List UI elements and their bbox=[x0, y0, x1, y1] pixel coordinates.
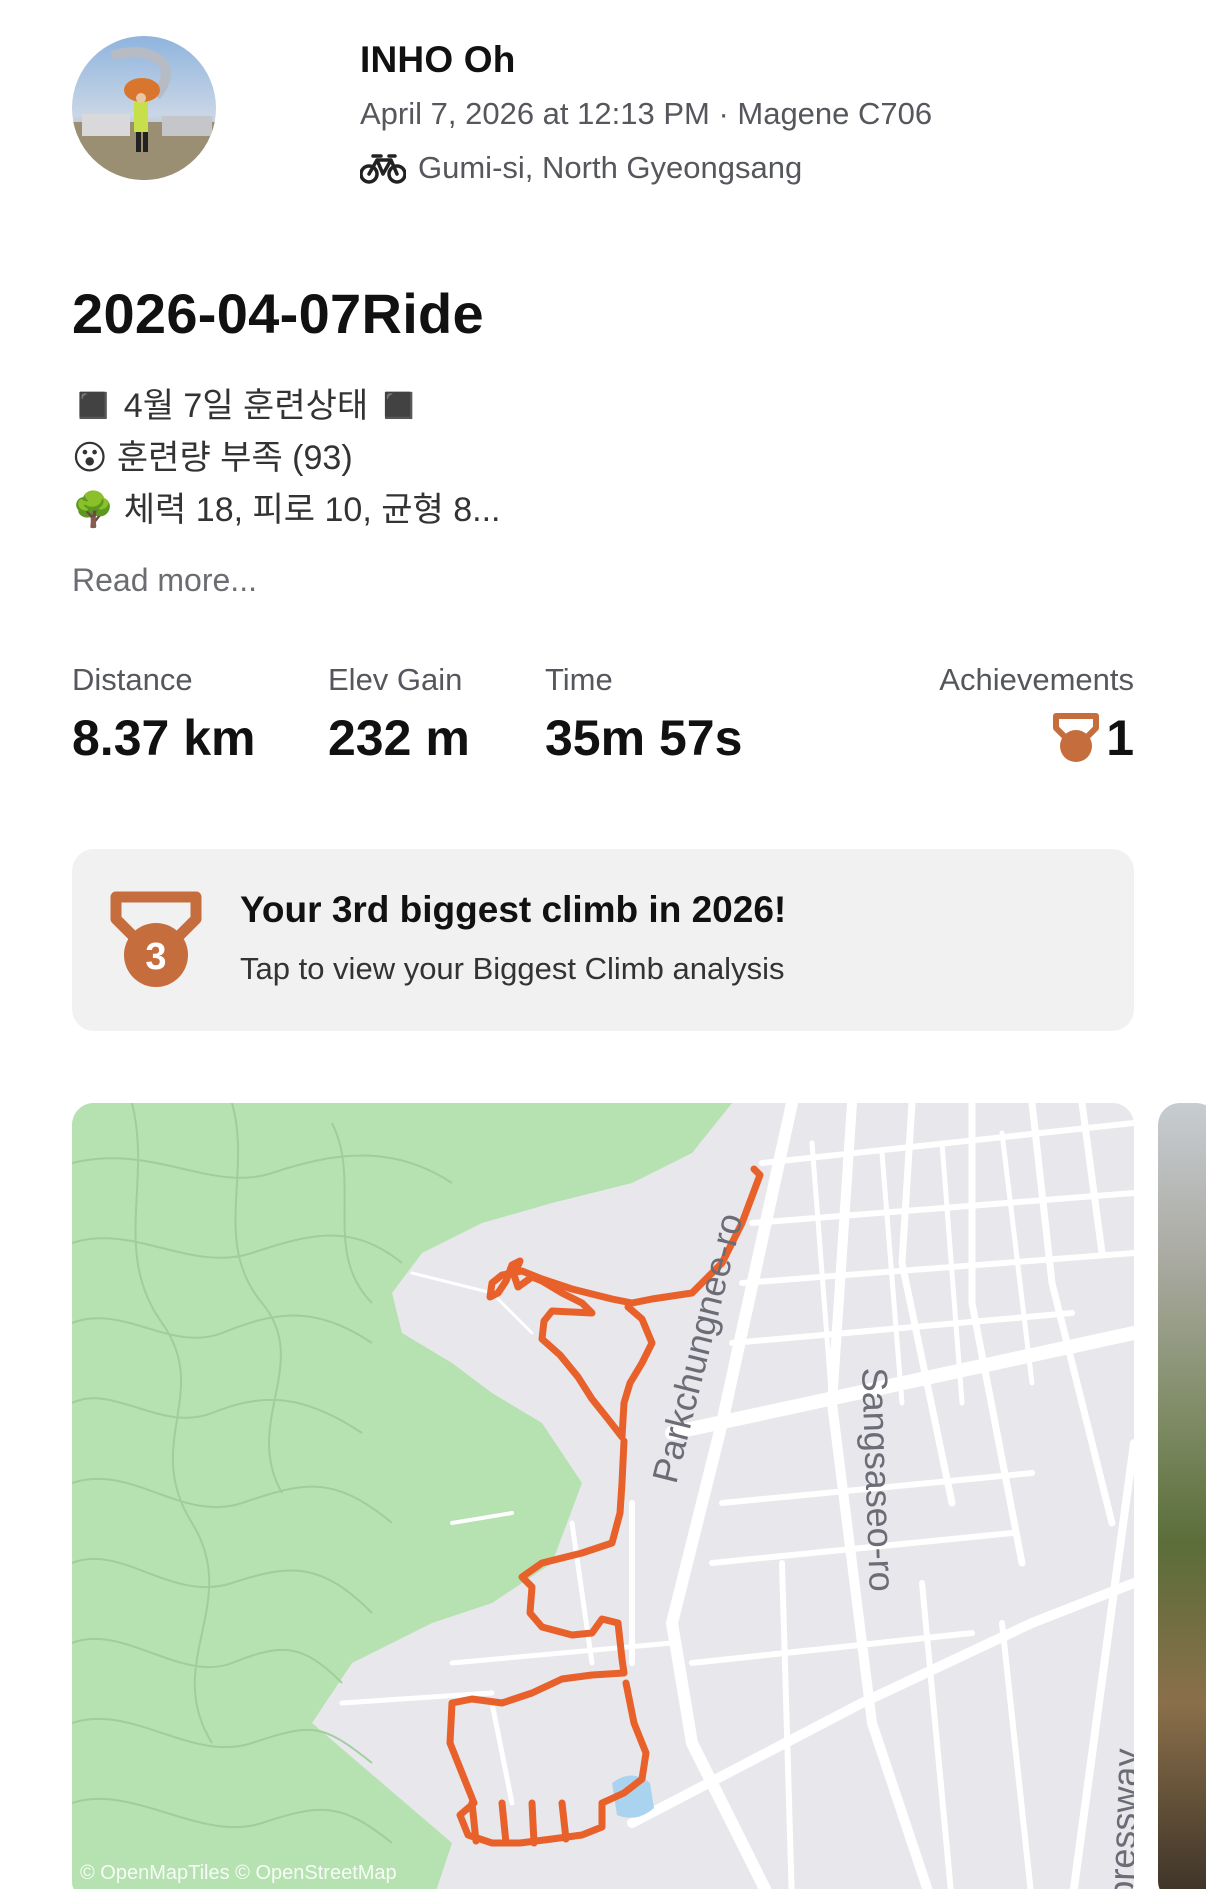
location-text: Gumi-si, North Gyeongsang bbox=[418, 150, 803, 185]
header-text: INHO Oh April 7, 2026 at 12:13 PM · Mage… bbox=[360, 38, 932, 188]
athlete-name[interactable]: INHO Oh bbox=[360, 38, 932, 82]
description-line: 😮 훈련량 부족 (93) bbox=[72, 439, 353, 477]
medal-number: 3 bbox=[145, 936, 166, 978]
road-label: Expressway bbox=[1099, 1748, 1134, 1889]
activity-header: INHO Oh April 7, 2026 at 12:13 PM · Mage… bbox=[72, 36, 932, 185]
stat-label: Time bbox=[545, 662, 613, 697]
activity-title: 2026-04-07Ride bbox=[72, 282, 485, 345]
stat-label: Achievements bbox=[939, 662, 1134, 697]
avatar[interactable] bbox=[72, 36, 216, 180]
stat-value: 8.37 km bbox=[72, 710, 256, 766]
achievement-subtitle: Tap to view your Biggest Climb analysis bbox=[240, 951, 785, 986]
description-line: ◼️ 4월 7일 훈련상태 ◼️ bbox=[72, 387, 420, 425]
bronze-medal-icon bbox=[1053, 713, 1100, 762]
stat-value: 1 bbox=[939, 708, 1134, 768]
map-attribution: © OpenMapTiles © OpenStreetMap bbox=[80, 1862, 397, 1884]
stat-label: Elev Gain bbox=[328, 662, 463, 697]
bike-icon bbox=[360, 154, 406, 184]
stat-distance: Distance 8.37 km bbox=[72, 660, 255, 768]
stat-label: Distance bbox=[72, 662, 193, 697]
stat-time: Time 35m 57s bbox=[545, 660, 742, 768]
activity-detail-page: INHO Oh April 7, 2026 at 12:13 PM · Mage… bbox=[0, 0, 1206, 1889]
bronze-medal-icon: 3 bbox=[110, 891, 202, 987]
stats-row: Distance 8.37 km Elev Gain 232 m Time 35… bbox=[0, 660, 1206, 770]
stat-value: 35m 57s bbox=[545, 710, 743, 766]
road-label: Sangsaseo-ro bbox=[854, 1367, 903, 1592]
activity-photo-thumbnail[interactable] bbox=[1158, 1103, 1206, 1889]
read-more-link[interactable]: Read more... bbox=[72, 562, 257, 599]
description-line: 🌳 체력 18, 피로 10, 균형 8... bbox=[72, 491, 501, 529]
activity-location-row: Gumi-si, North Gyeongsang bbox=[360, 148, 932, 188]
activity-date-device: April 7, 2026 at 12:13 PM · Magene C706 bbox=[360, 96, 933, 131]
achievement-card[interactable]: 3 Your 3rd biggest climb in 2026! Tap to… bbox=[72, 849, 1134, 1031]
achievements-count: 1 bbox=[1106, 710, 1134, 766]
activity-description: ◼️ 4월 7일 훈련상태 ◼️ 😮 훈련량 부족 (93) 🌳 체력 18, … bbox=[72, 380, 500, 536]
stat-value: 232 m bbox=[328, 710, 470, 766]
route-map[interactable]: Parkchungnee-ro Sangsaseo-ro Expressway … bbox=[72, 1103, 1134, 1889]
stat-achievements[interactable]: Achievements 1 bbox=[939, 660, 1134, 768]
achievement-title: Your 3rd biggest climb in 2026! bbox=[240, 889, 787, 930]
stat-elevation: Elev Gain 232 m bbox=[328, 660, 470, 768]
